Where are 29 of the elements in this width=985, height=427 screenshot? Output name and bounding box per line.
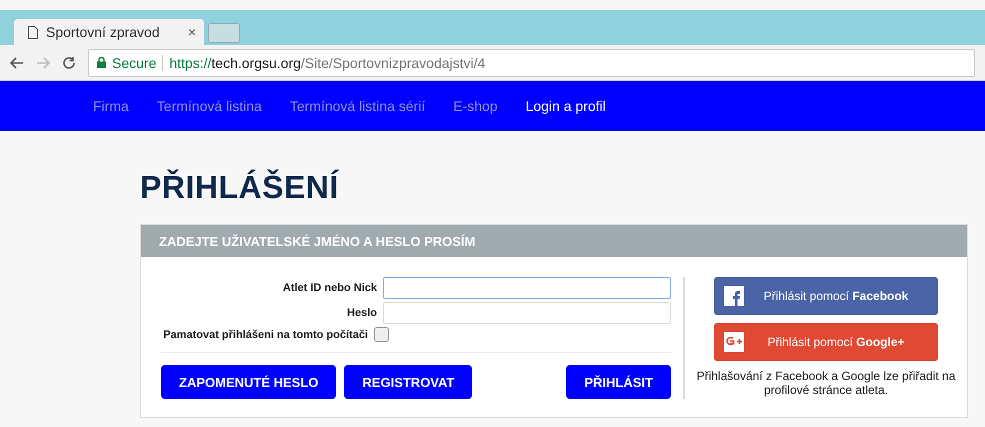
tab-title: Sportovní zpravod <box>46 24 161 40</box>
input-field[interactable] <box>383 302 671 324</box>
social-login-note: Přihlašování z Facebook a Google lze přiřadit na profilové stránce atleta. <box>696 369 956 397</box>
social-login-button[interactable]: Přihlásit pomocí Google+ <box>714 323 938 361</box>
google-plus-icon <box>724 332 744 352</box>
close-tab-button[interactable]: × <box>188 24 196 40</box>
panel-header: ZADEJTE UŽIVATELSKÉ JMÉNO A HESLO PROSÍM <box>141 225 967 257</box>
new-tab-button[interactable] <box>208 23 240 43</box>
nav-link[interactable]: Login a profil <box>526 98 606 114</box>
field-label: Heslo <box>347 307 377 319</box>
checkbox-label: Pamatovat přihlášeni na tomto počítači <box>163 328 368 340</box>
facebook-icon <box>724 286 744 306</box>
social-login-button[interactable]: Přihlásit pomocí Facebook <box>714 277 938 315</box>
field-label: Atlet ID nebo Nick <box>282 282 377 294</box>
form-button[interactable]: PŘIHLÁSIT <box>566 365 671 399</box>
back-icon[interactable] <box>10 56 24 68</box>
lock-icon <box>97 57 106 68</box>
page-icon <box>28 26 38 38</box>
secure-label: Secure <box>112 54 156 70</box>
browser-tab[interactable]: Sportovní zpravod × <box>14 19 204 45</box>
remember-checkbox[interactable] <box>374 327 389 342</box>
reload-icon[interactable] <box>62 56 76 70</box>
address-bar[interactable]: Secure https://tech.orgsu.org/Site/Sportovnizpravodajstvi/4 <box>88 48 975 76</box>
form-button[interactable]: REGISTROVAT <box>344 365 472 399</box>
page-title: PŘIHLÁŠENÍ <box>140 169 340 206</box>
forward-icon[interactable] <box>36 56 50 68</box>
form-button[interactable]: ZAPOMENUTÉ HESLO <box>161 365 336 399</box>
input-field[interactable] <box>383 277 671 299</box>
url-text: https://tech.orgsu.org/Site/Sportovnizpravodajstvi/4 <box>169 54 486 70</box>
